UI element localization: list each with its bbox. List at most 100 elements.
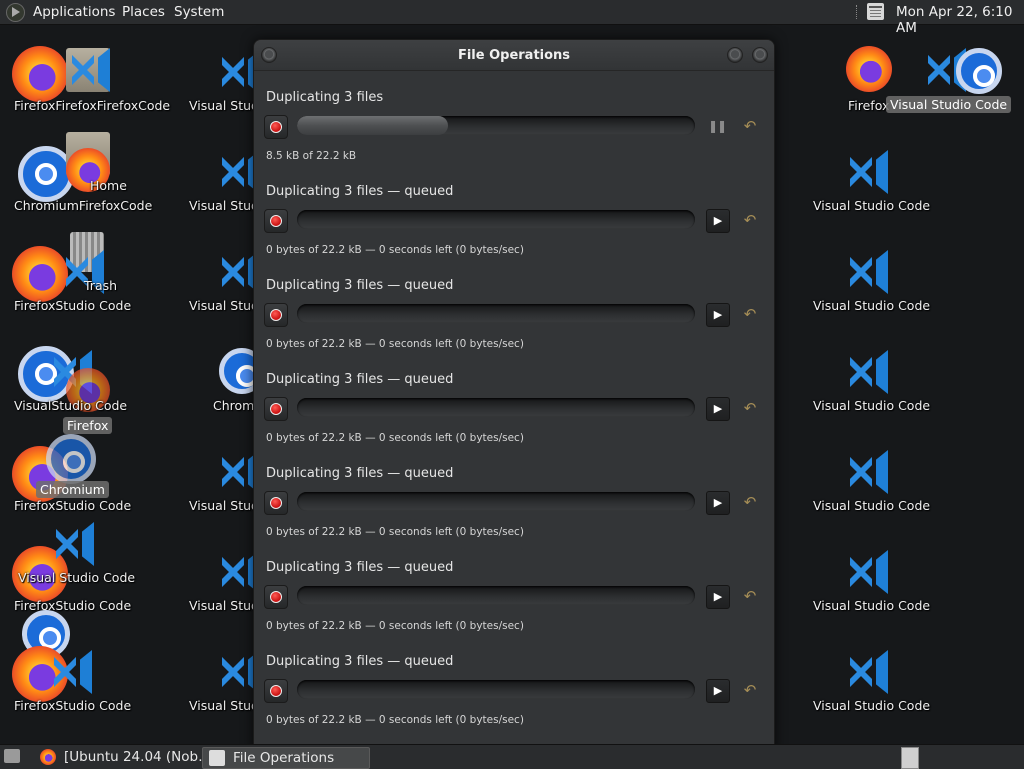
desktop-icon-label: FirefoxStudio Code bbox=[14, 698, 132, 713]
operation-status: 0 bytes of 22.2 kB — 0 seconds left (0 b… bbox=[266, 432, 524, 444]
progress-bar bbox=[297, 492, 695, 511]
play-icon[interactable]: ▶ bbox=[706, 397, 730, 421]
calendar-icon[interactable] bbox=[867, 3, 884, 20]
operation-title: Duplicating 3 files — queued bbox=[266, 278, 454, 293]
applications-menu[interactable]: Applications bbox=[33, 4, 115, 20]
vscode-label: Visual Studio Code bbox=[813, 398, 931, 413]
vscode-label: Visual Studio Code bbox=[813, 298, 931, 313]
undo-icon[interactable]: ↶ bbox=[740, 399, 760, 417]
play-icon[interactable]: ▶ bbox=[706, 585, 730, 609]
play-icon[interactable]: ▶ bbox=[706, 679, 730, 703]
operation-item: Duplicating 3 files — queued ▶ ↶ 0 bytes of… bbox=[254, 184, 774, 278]
play-icon[interactable]: ▶ bbox=[706, 209, 730, 233]
show-desktop-icon[interactable] bbox=[4, 749, 20, 763]
operation-item: Duplicating 3 files — queued ▶ ↶ 0 bytes of… bbox=[254, 560, 774, 654]
progress-bar bbox=[297, 680, 695, 699]
stop-icon[interactable] bbox=[264, 491, 288, 515]
progress-bar bbox=[297, 210, 695, 229]
taskbar-item-label: [Ubuntu 24.04 (Nob… bbox=[64, 749, 212, 765]
home-label: Home bbox=[90, 178, 127, 193]
stop-icon[interactable] bbox=[264, 585, 288, 609]
vscode-desktop-icon[interactable] bbox=[846, 550, 890, 594]
vscode-desktop-icon[interactable] bbox=[846, 250, 890, 294]
file-manager-icon bbox=[209, 750, 225, 766]
stop-icon[interactable] bbox=[264, 303, 288, 327]
progress-bar bbox=[297, 586, 695, 605]
vscode-label: Visual Studio Code bbox=[813, 198, 931, 213]
window-titlebar[interactable]: File Operations bbox=[254, 40, 774, 71]
operation-title: Duplicating 3 files — queued bbox=[266, 372, 454, 387]
chromium-drag-label: Chromium bbox=[36, 481, 109, 498]
minimize-button[interactable] bbox=[727, 47, 743, 63]
distro-logo-icon[interactable] bbox=[6, 3, 25, 22]
operation-title: Duplicating 3 files bbox=[266, 90, 384, 105]
vscode-desktop-icon[interactable] bbox=[846, 650, 890, 694]
window-title: File Operations bbox=[457, 48, 571, 63]
play-icon[interactable]: ▶ bbox=[706, 491, 730, 515]
top-panel: Applications Places System Mon Apr 22, 6… bbox=[0, 0, 1024, 36]
operation-status: 0 bytes of 22.2 kB — 0 seconds left (0 b… bbox=[266, 620, 524, 632]
places-menu[interactable]: Places bbox=[122, 4, 165, 20]
operation-title: Duplicating 3 files — queued bbox=[266, 466, 454, 481]
vscode-label: Visual Studio Code bbox=[813, 498, 931, 513]
undo-icon[interactable]: ↶ bbox=[740, 211, 760, 229]
undo-icon[interactable]: ↶ bbox=[740, 587, 760, 605]
operation-status: 8.5 kB of 22.2 kB bbox=[266, 150, 357, 162]
firefox-desktop-icon[interactable] bbox=[12, 246, 68, 302]
trash-label: Trash bbox=[84, 278, 118, 293]
progress-bar bbox=[297, 398, 695, 417]
vscode-desktop-icon[interactable] bbox=[846, 350, 890, 394]
workspace-switcher[interactable] bbox=[901, 747, 919, 769]
operation-status: 0 bytes of 22.2 kB — 0 seconds left (0 b… bbox=[266, 526, 524, 538]
undo-icon[interactable]: ↶ bbox=[740, 305, 760, 323]
operation-status: 0 bytes of 22.2 kB — 0 seconds left (0 b… bbox=[266, 714, 524, 726]
stop-icon[interactable] bbox=[264, 397, 288, 421]
taskbar-item-file-operations[interactable]: File Operations bbox=[202, 747, 370, 769]
vscode-label: Visual Studio Code bbox=[813, 698, 931, 713]
undo-icon[interactable]: ↶ bbox=[740, 493, 760, 511]
stop-icon[interactable] bbox=[264, 209, 288, 233]
system-menu[interactable]: System bbox=[174, 4, 224, 20]
vscode-desktop-icon[interactable] bbox=[50, 650, 94, 694]
vscode-label: Visual Studio Code bbox=[813, 598, 931, 613]
pause-icon[interactable]: ❚❚ bbox=[706, 115, 728, 137]
firefox-icon bbox=[40, 749, 56, 765]
vscode-desktop-icon[interactable] bbox=[68, 48, 112, 92]
progress-bar bbox=[297, 116, 695, 135]
stop-icon[interactable] bbox=[264, 115, 288, 139]
operation-item: Duplicating 3 files — queued ▶ ↶ 0 bytes of… bbox=[254, 654, 774, 748]
desktop-icon-label: VisualStudio Code bbox=[14, 398, 128, 413]
stop-icon[interactable] bbox=[264, 679, 288, 703]
desktop-icon-label: Visual Studio Code bbox=[18, 570, 136, 585]
operation-item: Duplicating 3 files ❚❚ ↶ 8.5 kB of 22.2 kB bbox=[254, 90, 774, 184]
vscode-desktop-icon[interactable] bbox=[846, 450, 890, 494]
undo-icon[interactable]: ↶ bbox=[740, 681, 760, 699]
firefox-desktop-icon[interactable] bbox=[846, 46, 892, 92]
clock[interactable]: Mon Apr 22, 6:10 AM bbox=[896, 4, 1024, 36]
operation-title: Duplicating 3 files — queued bbox=[266, 654, 454, 669]
desktop-icon-label: FirefoxFirefoxFirefoxCode bbox=[14, 98, 171, 113]
bottom-panel: [Ubuntu 24.04 (Nob… File Operations bbox=[0, 744, 1024, 769]
chromium-drag-icon[interactable] bbox=[46, 434, 96, 484]
chromium-desktop-icon[interactable] bbox=[956, 48, 1002, 94]
file-operations-window: File Operations Duplicating 3 files ❚❚ ↶ 8.… bbox=[253, 39, 775, 751]
vscode-desktop-icon[interactable] bbox=[52, 522, 96, 566]
operation-item: Duplicating 3 files — queued ▶ ↶ 0 bytes of… bbox=[254, 372, 774, 466]
vscode-desktop-icon[interactable] bbox=[846, 150, 890, 194]
firefox-drag-label: Firefox bbox=[63, 417, 113, 434]
progress-bar bbox=[297, 304, 695, 323]
firefox-label: Firefox bbox=[848, 98, 890, 113]
undo-icon[interactable]: ↶ bbox=[740, 117, 760, 135]
play-icon[interactable]: ▶ bbox=[706, 303, 730, 327]
operation-status: 0 bytes of 22.2 kB — 0 seconds left (0 b… bbox=[266, 244, 524, 256]
vscode-hover-label: Visual Studio Code bbox=[886, 96, 1012, 113]
desktop-icon-label: FirefoxStudio Code bbox=[14, 298, 132, 313]
progress-fill bbox=[297, 116, 449, 135]
maximize-button[interactable] bbox=[752, 47, 768, 63]
desktop-icon-label: FirefoxStudio Code bbox=[14, 498, 132, 513]
firefox-desktop-icon[interactable] bbox=[12, 46, 68, 102]
operation-item: Duplicating 3 files — queued ▶ ↶ 0 bytes of… bbox=[254, 278, 774, 372]
taskbar-item-browser[interactable]: [Ubuntu 24.04 (Nob… bbox=[34, 747, 212, 767]
operation-title: Duplicating 3 files — queued bbox=[266, 560, 454, 575]
taskbar-item-label: File Operations bbox=[233, 750, 335, 766]
